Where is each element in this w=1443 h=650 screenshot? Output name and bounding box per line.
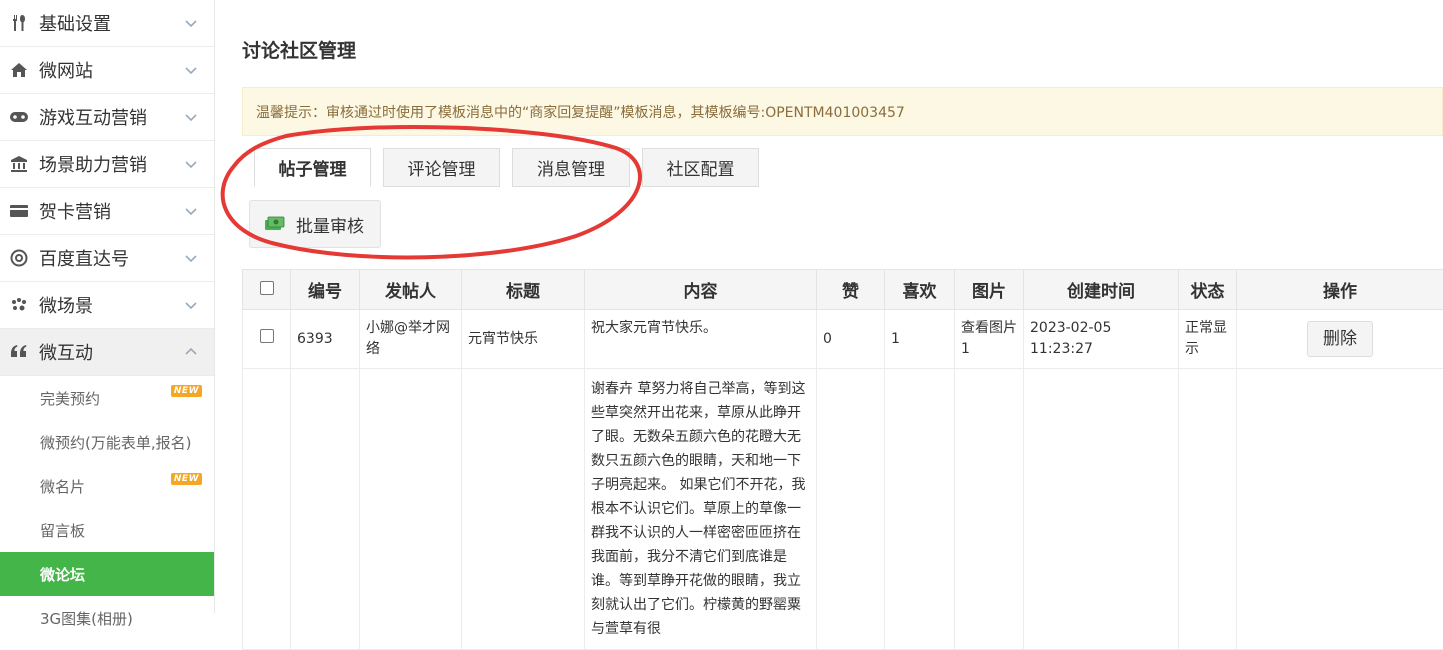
post-author: [360, 369, 462, 650]
gamepad-icon: [8, 106, 30, 128]
post-image-link[interactable]: 查看图片1: [955, 310, 1024, 369]
table-header-row: 编号 发帖人 标题 内容 赞 喜欢 图片 创建时间 状态 操作: [243, 270, 1443, 310]
sidebar-subitem-gallery[interactable]: 3G图集(相册): [0, 596, 214, 640]
tab-community-config[interactable]: 社区配置: [642, 148, 759, 187]
sidebar-subitem-label: 微预约(万能表单,报名): [40, 432, 191, 453]
sidebar-subitem-appointment[interactable]: 完美预约 NEW: [0, 376, 214, 420]
row-select-cell[interactable]: [243, 310, 291, 369]
select-all-checkbox[interactable]: [260, 281, 274, 295]
sidebar-item-label: 微场景: [39, 292, 93, 318]
sidebar-item-label: 微互动: [39, 339, 93, 365]
post-created-time: 2023-02-05 11:23:27: [1024, 310, 1179, 369]
bank-icon: [8, 153, 30, 175]
column-header: 发帖人: [360, 270, 462, 310]
column-header: 赞: [817, 270, 885, 310]
sidebar-item-scene-marketing[interactable]: 场景助力营销: [0, 141, 214, 188]
column-header: 图片: [955, 270, 1024, 310]
quote-icon: [8, 341, 30, 363]
sidebar-subitem-label: 微论坛: [40, 564, 85, 585]
sidebar-item-label: 贺卡营销: [39, 198, 111, 224]
page-title: 讨论社区管理: [242, 36, 356, 63]
post-status: [1179, 369, 1237, 650]
batch-review-label: 批量审核: [296, 212, 364, 237]
sidebar-item-micro-scene[interactable]: 微场景: [0, 282, 214, 329]
sidebar-item-micro-interaction[interactable]: 微互动: [0, 329, 214, 376]
sidebar-item-baidu-direct[interactable]: 百度直达号: [0, 235, 214, 282]
sidebar: 基础设置 微网站 游戏互动营销 场景助力营销 贺卡营销 百度直达号: [0, 0, 215, 613]
tab-comments[interactable]: 评论管理: [383, 148, 500, 187]
post-status: 正常显示: [1179, 310, 1237, 369]
chevron-down-icon: [184, 204, 198, 218]
at-icon: [8, 247, 30, 269]
chevron-down-icon: [184, 298, 198, 312]
post-actions: [1237, 369, 1443, 650]
sidebar-item-game-marketing[interactable]: 游戏互动营销: [0, 94, 214, 141]
sidebar-item-label: 游戏互动营销: [39, 104, 147, 130]
sidebar-item-basic-settings[interactable]: 基础设置: [0, 0, 214, 47]
post-favorites: [885, 369, 955, 650]
main-content: 讨论社区管理 温馨提示：审核通过时使用了模板消息中的“商家回复提醒”模板消息，其…: [242, 0, 1443, 613]
chevron-down-icon: [184, 63, 198, 77]
column-header: 操作: [1237, 270, 1443, 310]
post-content: 谢春卉 草努力将自己举高，等到这些草突然开出花来，草原从此睁开了眼。无数朵五颜六…: [585, 369, 817, 650]
paw-icon: [8, 294, 30, 316]
card-icon: [8, 200, 30, 222]
column-header: 内容: [585, 270, 817, 310]
post-id: 6393: [291, 310, 360, 369]
sidebar-item-label: 基础设置: [39, 10, 111, 36]
column-header: 创建时间: [1024, 270, 1179, 310]
post-title: [462, 369, 585, 650]
sidebar-subitem-label: 3G图集(相册): [40, 608, 133, 629]
chevron-down-icon: [184, 16, 198, 30]
table-row: 6393 小娜@举才网络 元宵节快乐 祝大家元宵节快乐。 0 1 查看图片1 2…: [243, 310, 1443, 369]
sidebar-item-label: 场景助力营销: [39, 151, 147, 177]
batch-review-button[interactable]: 批量审核: [249, 200, 381, 248]
sidebar-item-label: 微网站: [39, 57, 93, 83]
post-created-time: [1024, 369, 1179, 650]
row-select-cell: [243, 369, 291, 650]
chevron-down-icon: [184, 157, 198, 171]
column-header: 标题: [462, 270, 585, 310]
post-title: 元宵节快乐: [462, 310, 585, 369]
sidebar-subitem-business-card[interactable]: 微名片 NEW: [0, 464, 214, 508]
tools-icon: [8, 12, 30, 34]
row-checkbox[interactable]: [260, 329, 274, 343]
sidebar-subitem-label: 留言板: [40, 520, 85, 541]
post-favorites: 1: [885, 310, 955, 369]
delete-button[interactable]: 删除: [1307, 321, 1373, 357]
column-header: 编号: [291, 270, 360, 310]
tab-messages[interactable]: 消息管理: [512, 148, 630, 187]
post-content: 祝大家元宵节快乐。: [585, 310, 817, 369]
sidebar-subitem-form[interactable]: 微预约(万能表单,报名): [0, 420, 214, 464]
sidebar-item-greeting-card[interactable]: 贺卡营销: [0, 188, 214, 235]
post-likes: [817, 369, 885, 650]
money-icon: [264, 215, 286, 233]
notice-banner: 温馨提示：审核通过时使用了模板消息中的“商家回复提醒”模板消息，其模板编号:OP…: [242, 87, 1443, 136]
post-id: [291, 369, 360, 650]
table-row: 谢春卉 草努力将自己举高，等到这些草突然开出花来，草原从此睁开了眼。无数朵五颜六…: [243, 369, 1443, 650]
post-likes: 0: [817, 310, 885, 369]
sidebar-subitem-forum[interactable]: 微论坛: [0, 552, 214, 596]
column-header: 喜欢: [885, 270, 955, 310]
column-header: 状态: [1179, 270, 1237, 310]
notice-text: 温馨提示：审核通过时使用了模板消息中的“商家回复提醒”模板消息，其模板编号:OP…: [256, 102, 905, 122]
sidebar-item-label: 百度直达号: [39, 245, 129, 271]
sidebar-subitem-message-board[interactable]: 留言板: [0, 508, 214, 552]
home-icon: [8, 59, 30, 81]
tab-posts[interactable]: 帖子管理: [254, 148, 371, 187]
new-badge: NEW: [171, 385, 202, 397]
post-author: 小娜@举才网络: [360, 310, 462, 369]
tab-bar: 帖子管理 评论管理 消息管理 社区配置: [254, 148, 771, 187]
sidebar-subitem-label: 完美预约: [40, 388, 100, 409]
select-all-cell[interactable]: [243, 270, 291, 310]
post-actions: 删除: [1237, 310, 1443, 369]
new-badge: NEW: [171, 473, 202, 485]
sidebar-item-microsite[interactable]: 微网站: [0, 47, 214, 94]
posts-table: 编号 发帖人 标题 内容 赞 喜欢 图片 创建时间 状态 操作 6393 小娜@…: [242, 269, 1443, 650]
post-image-link: [955, 369, 1024, 650]
chevron-down-icon: [184, 110, 198, 124]
chevron-up-icon: [184, 345, 198, 359]
chevron-down-icon: [184, 251, 198, 265]
sidebar-subitem-label: 微名片: [40, 476, 85, 497]
